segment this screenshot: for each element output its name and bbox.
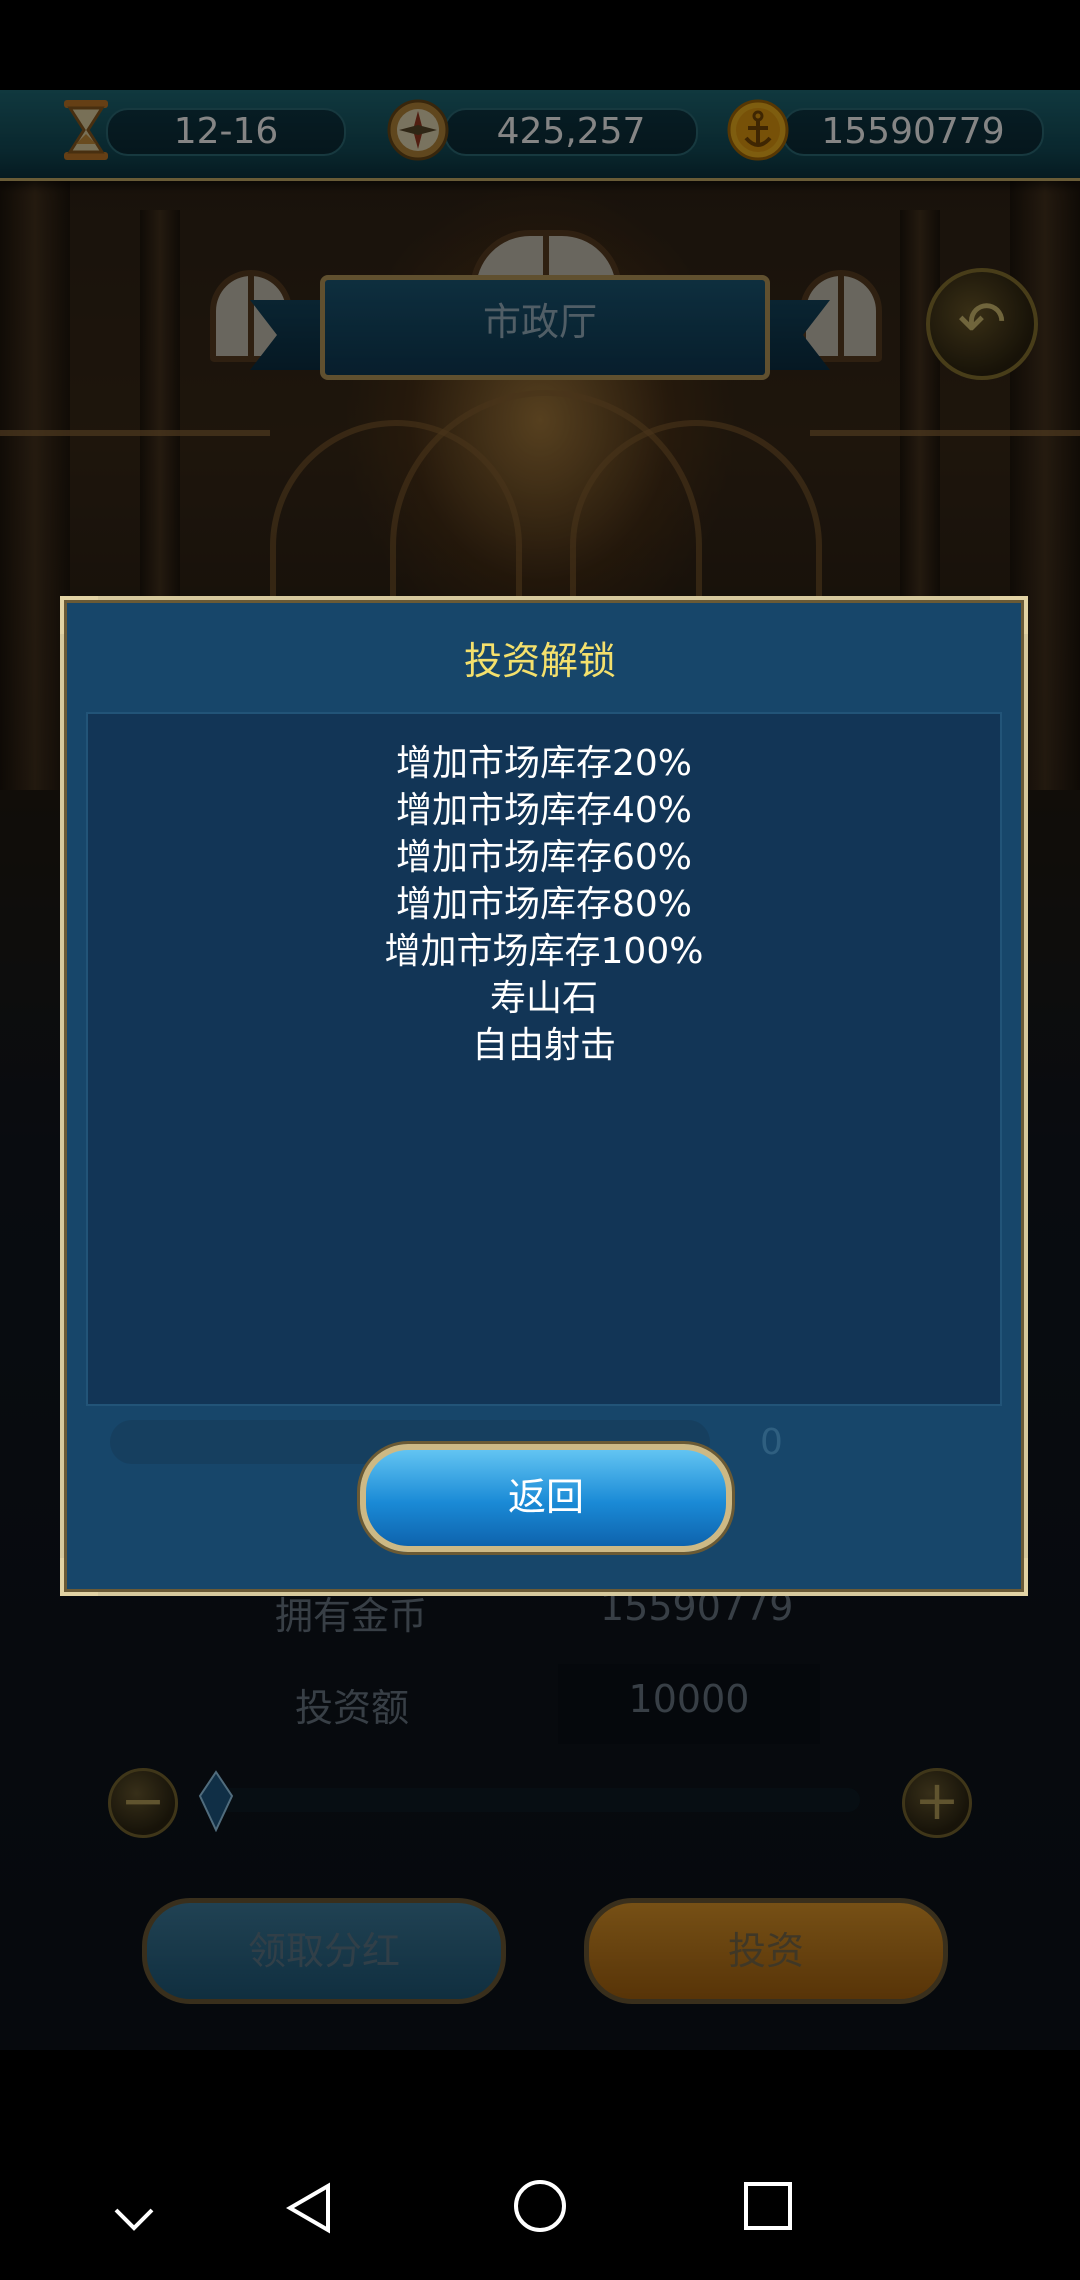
chevron-down-icon[interactable] <box>112 2204 156 2234</box>
back-triangle-icon[interactable] <box>282 2180 338 2236</box>
unlock-list-panel: 增加市场库存20% 增加市场库存40% 增加市场库存60% 增加市场库存80% … <box>86 712 1002 1406</box>
dialog-back-label: 返回 <box>507 1475 584 1519</box>
unlock-item: 增加市场库存100% <box>384 931 704 972</box>
unlock-item: 增加市场库存40% <box>395 790 693 831</box>
dialog-back-button[interactable]: 返回 <box>360 1444 732 1552</box>
status-bar <box>0 0 1080 90</box>
unlock-item: 寿山石 <box>489 978 598 1019</box>
home-circle-icon[interactable] <box>512 2178 568 2234</box>
unlock-item: 增加市场库存60% <box>395 837 693 878</box>
dialog-corner <box>60 1558 98 1596</box>
unlock-item: 增加市场库存80% <box>395 884 693 925</box>
dialog-title: 投资解锁 <box>463 639 616 683</box>
unlock-item: 增加市场库存20% <box>395 743 693 784</box>
dialog-corner <box>990 596 1028 634</box>
dialog-corner <box>990 1558 1028 1596</box>
hidden-zero-value: 0 <box>760 1422 783 1463</box>
recents-square-icon[interactable] <box>742 2180 794 2232</box>
unlock-item: 自由射击 <box>471 1025 616 1066</box>
dialog-corner <box>60 596 98 634</box>
system-nav-bar <box>0 2050 1080 2280</box>
